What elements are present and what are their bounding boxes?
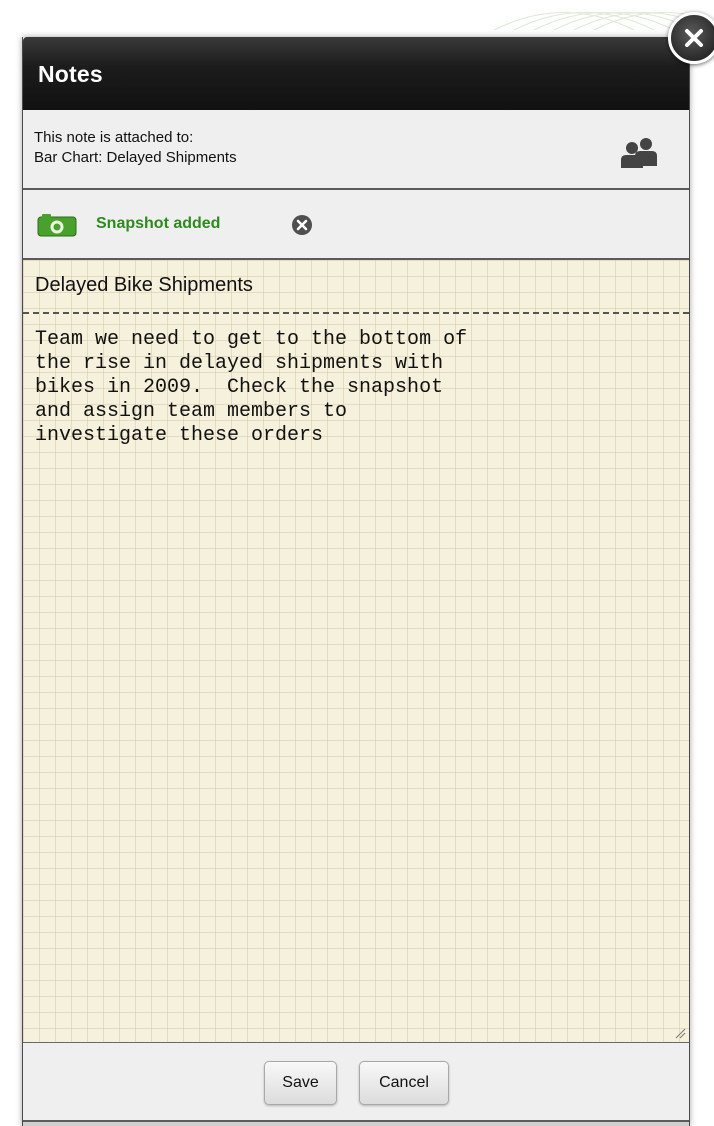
close-button[interactable] [668,12,714,64]
dialog-button-bar: Save Cancel [23,1043,689,1122]
remove-circle-icon[interactable] [291,214,313,236]
cancel-button[interactable]: Cancel [359,1061,449,1105]
note-body-text[interactable]: Team we need to get to the bottom of the… [35,328,675,448]
dialog-titlebar: Notes [23,37,689,110]
note-title-text: Delayed Bike Shipments [35,274,253,296]
screen: Notes This note is attached to: Bar Char… [0,0,714,1126]
save-button[interactable]: Save [264,1061,337,1105]
attachment-info: This note is attached to: Bar Chart: Del… [23,110,689,190]
camera-icon [37,214,77,237]
footer-divider [23,1122,689,1126]
note-editor[interactable]: Delayed Bike Shipments Team we need to g… [23,260,689,1043]
close-icon [685,29,703,47]
snapshot-added-label: Snapshot added [96,215,221,232]
people-icon[interactable] [618,136,662,168]
notes-dialog: Notes This note is attached to: Bar Char… [22,37,690,1126]
attached-object-name: Bar Chart: Delayed Shipments [34,149,237,166]
resize-grip-icon[interactable] [674,1027,686,1039]
dialog-title: Notes [38,61,103,87]
note-title-field[interactable]: Delayed Bike Shipments [23,260,689,314]
snapshot-status: Snapshot added [23,190,689,260]
attached-to-label: This note is attached to: [34,129,194,146]
